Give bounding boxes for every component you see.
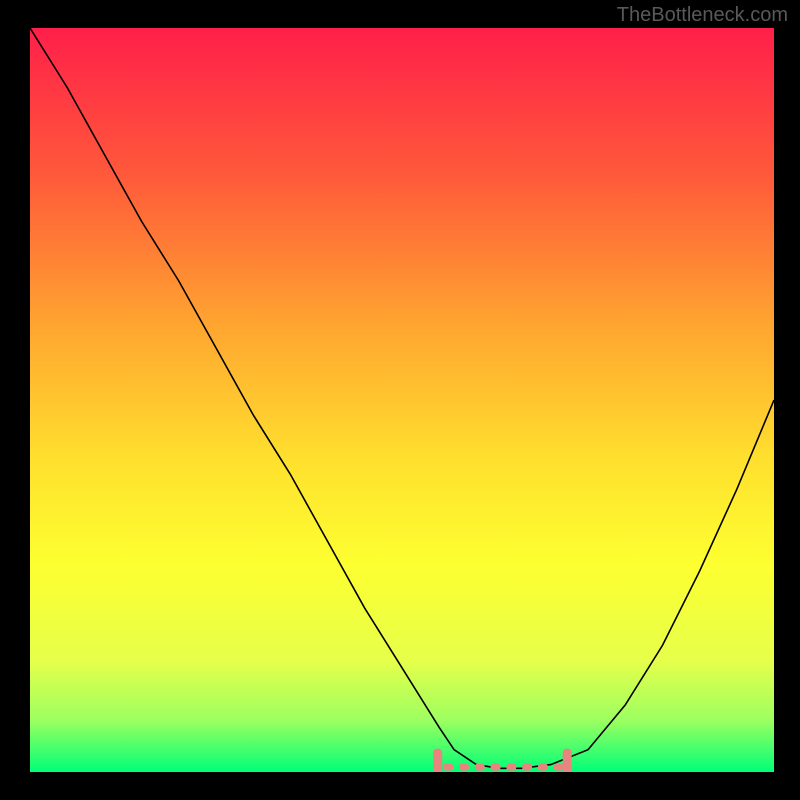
bottleneck-chart: [30, 28, 774, 772]
watermark-text: TheBottleneck.com: [617, 4, 788, 27]
gradient-background: [30, 28, 774, 772]
